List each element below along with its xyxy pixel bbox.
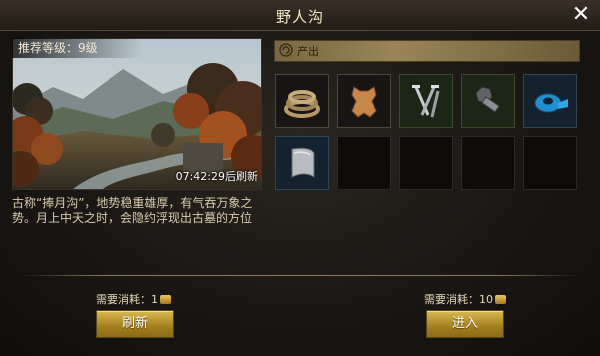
output-slot-rope[interactable] [275, 74, 329, 128]
refresh-timer: 07:42:29后刷新 [175, 170, 258, 183]
dialog-title: 野人沟 [275, 8, 324, 26]
title-bar: 野人沟 ✕ [0, 0, 600, 31]
enter-cost-label: 需要消耗： [424, 293, 479, 306]
section-divider [20, 275, 580, 276]
nails-icon [412, 85, 440, 118]
output-slot-leather[interactable] [337, 74, 391, 128]
refresh-cost-label: 需要消耗： [96, 293, 151, 306]
output-slot-empty [399, 136, 453, 190]
rope-icon [284, 90, 320, 118]
recommended-level-badge: 推荐等级：9级 [12, 38, 142, 58]
output-slot-nails[interactable] [399, 74, 453, 128]
enter-cost-value: 10 [479, 293, 493, 306]
leather-hide-icon [351, 86, 377, 118]
metal-plate-icon [291, 147, 315, 178]
output-slot-tape[interactable] [523, 74, 577, 128]
enter-cost: 需要消耗：10 [424, 293, 506, 307]
enter-button[interactable]: 进入 [426, 310, 504, 338]
refresh-cost-value: 1 [151, 293, 158, 306]
output-slot-empty [523, 136, 577, 190]
output-slot-empty [337, 136, 391, 190]
coin-icon [160, 295, 171, 304]
location-description: 古称“捧月沟”，地势稳重雄厚，有气吞万象之势。月上中天之时，会隐约浮现出古墓的方… [12, 196, 253, 225]
swirl-icon [279, 43, 293, 57]
output-header-label: 产出 [297, 45, 319, 58]
output-slot-empty [461, 136, 515, 190]
output-slot-metal-plate[interactable] [275, 136, 329, 190]
output-slot-bolt[interactable] [461, 74, 515, 128]
scene-illustration [13, 39, 261, 189]
refresh-cost: 需要消耗：1 [96, 293, 171, 307]
refresh-button[interactable]: 刷新 [96, 310, 174, 338]
close-icon[interactable]: ✕ [568, 2, 594, 28]
stamina-icon [495, 295, 506, 304]
dialog-panel: 野人沟 ✕ 推荐等级：9级 07:42:29后刷新 古称“捧月沟”，地势稳重雄厚… [0, 0, 600, 356]
bolt-icon [475, 86, 500, 113]
tape-roll-icon [534, 93, 568, 113]
output-header: 产出 [274, 40, 580, 62]
